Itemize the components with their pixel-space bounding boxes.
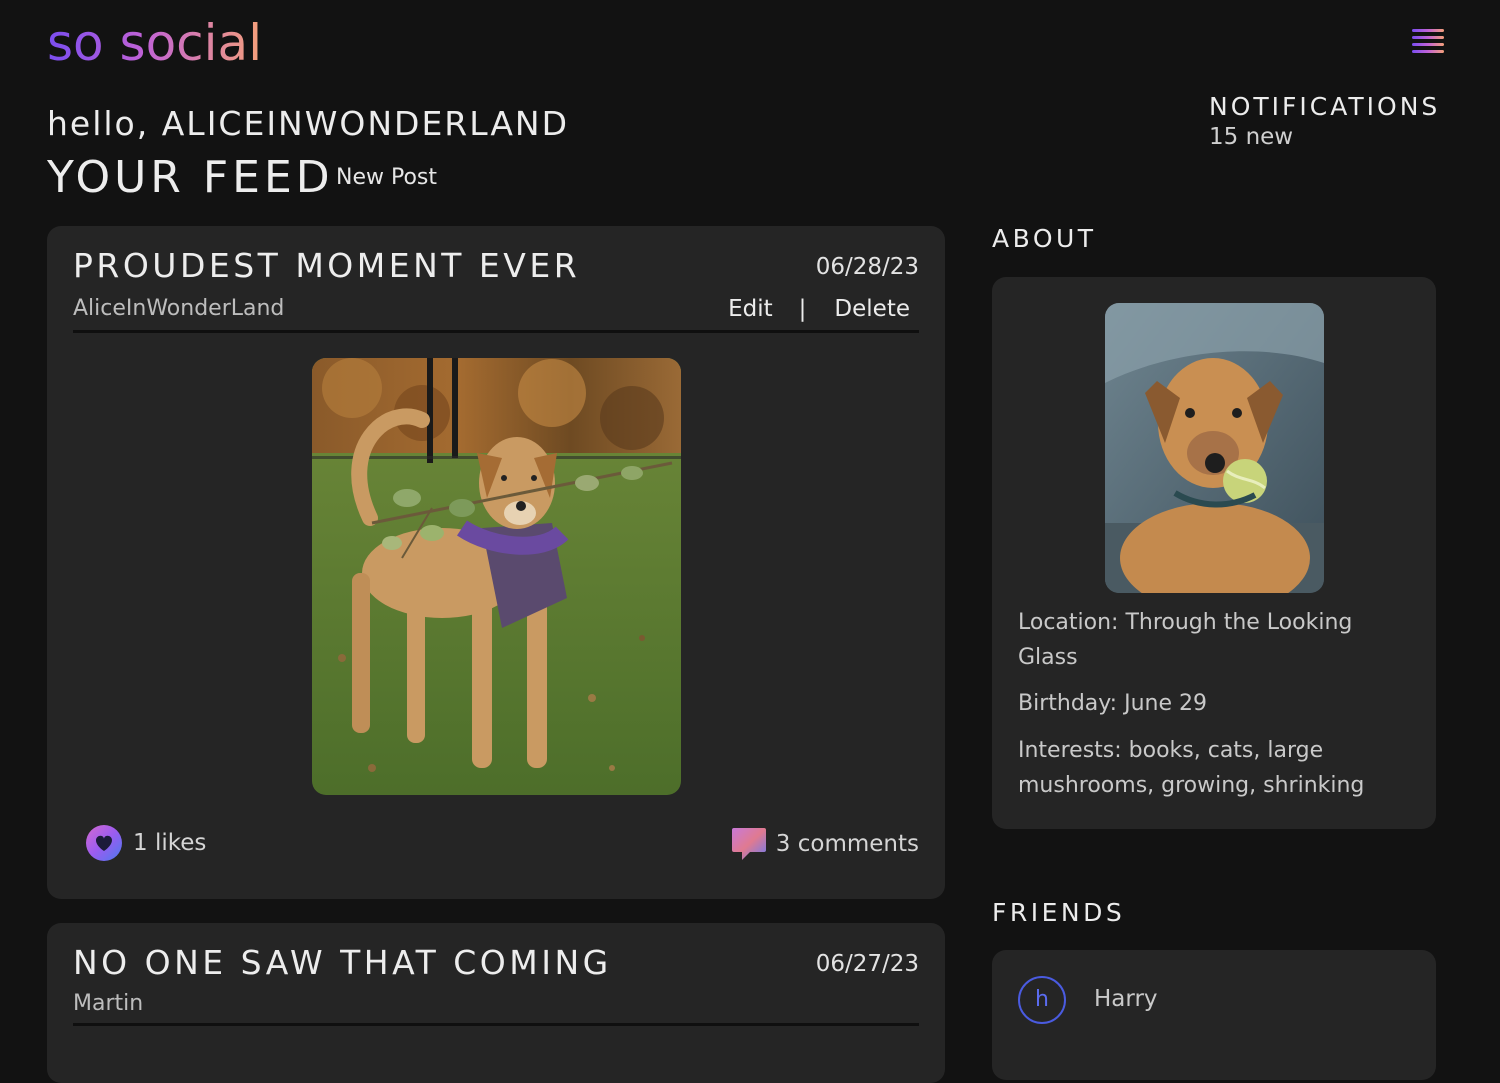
friend-name[interactable]: Harry [1094, 986, 1158, 1012]
post-title: PROUDEST MOMENT EVER [73, 246, 581, 285]
profile-photo [1105, 303, 1324, 593]
about-location: Location: Through the Looking Glass [1018, 610, 1353, 670]
about-heading: ABOUT [992, 224, 1097, 253]
greeting: hello, ALICEINWONDERLAND [47, 104, 569, 143]
post-date: 06/28/23 [815, 254, 919, 280]
post-card: NO ONE SAW THAT COMING 06/27/23 Martin [47, 923, 945, 1083]
post-date: 06/27/23 [815, 951, 919, 977]
friends-card: h Harry [992, 950, 1436, 1080]
post-author[interactable]: AliceInWonderLand [73, 296, 284, 321]
friend-avatar[interactable]: h [1018, 976, 1066, 1024]
heart-icon [86, 825, 122, 861]
feed-title: YOUR FEED [47, 152, 334, 203]
menu-button[interactable] [1410, 27, 1446, 53]
new-post-link[interactable]: New Post [336, 165, 437, 190]
about-birthday: Birthday: June 29 [1018, 691, 1207, 716]
app-logo[interactable]: so social [47, 10, 262, 76]
post-divider [73, 1023, 919, 1026]
comment-icon [731, 828, 766, 860]
about-card: Location: Through the Looking Glass Birt… [992, 277, 1436, 829]
delete-button[interactable]: Delete [834, 296, 910, 322]
greeting-username: ALICEINWONDERLAND [161, 104, 570, 143]
comments-count: 3 comments [775, 831, 919, 857]
greeting-prefix: hello, [47, 104, 150, 143]
comments-link[interactable]: 3 comments [730, 824, 919, 864]
edit-button[interactable]: Edit [728, 296, 773, 322]
friends-heading: FRIENDS [992, 898, 1126, 927]
post-actions: Edit | Delete [728, 296, 910, 322]
comment-icon-wrap [730, 824, 768, 864]
post-image[interactable] [312, 358, 681, 795]
like-button[interactable] [85, 824, 123, 862]
action-separator: | [798, 296, 807, 322]
notifications-count: 15 new [1209, 124, 1294, 150]
dog-photo [312, 358, 681, 795]
notifications-link[interactable]: NOTIFICATIONS [1209, 92, 1440, 121]
post-divider [73, 330, 919, 333]
about-interests: Interests: books, cats, large mushrooms,… [1018, 738, 1365, 798]
likes-count: 1 likes [133, 830, 207, 856]
post-card: PROUDEST MOMENT EVER 06/28/23 AliceInWon… [47, 226, 945, 899]
post-title: NO ONE SAW THAT COMING [73, 943, 612, 982]
profile-dog-photo [1105, 303, 1324, 593]
menu-icon [1412, 29, 1444, 53]
post-author[interactable]: Martin [73, 991, 143, 1016]
likes: 1 likes [85, 824, 206, 862]
